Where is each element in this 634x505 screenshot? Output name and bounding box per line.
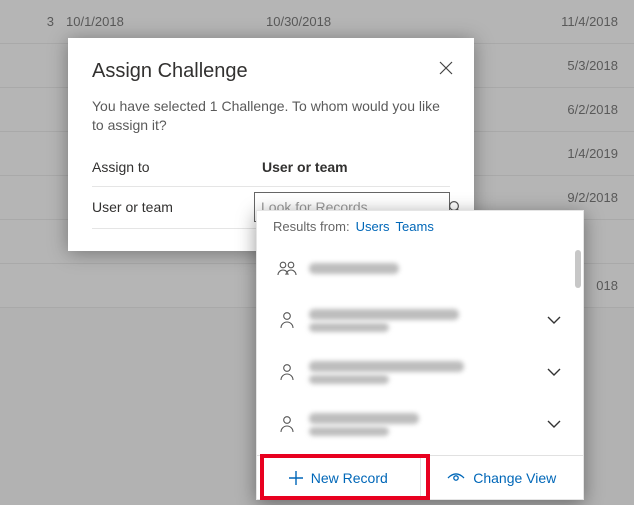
change-view-label: Change View [473, 470, 556, 486]
person-icon [273, 415, 301, 433]
new-record-label: New Record [311, 470, 388, 486]
person-icon [273, 363, 301, 381]
close-icon [439, 61, 453, 75]
lookup-flyout: Results from: Users Teams [256, 210, 584, 500]
dialog-description: You have selected 1 Challenge. To whom w… [92, 97, 450, 135]
new-record-button[interactable]: New Record [257, 456, 420, 499]
plus-icon [289, 471, 303, 485]
flyout-footer: New Record Change View [257, 455, 583, 499]
chevron-down-icon[interactable] [547, 316, 569, 324]
person-icon [273, 311, 301, 329]
close-button[interactable] [432, 54, 460, 82]
assign-to-row: Assign to User or team [92, 149, 450, 187]
dialog-title: Assign Challenge [92, 58, 450, 83]
eye-icon [447, 472, 465, 484]
list-item[interactable] [257, 346, 583, 398]
chevron-down-icon[interactable] [547, 368, 569, 376]
scrollbar[interactable] [575, 250, 581, 288]
change-view-button[interactable]: Change View [421, 456, 584, 499]
tab-teams[interactable]: Teams [396, 219, 434, 234]
assign-to-value[interactable]: User or team [262, 159, 348, 175]
list-item[interactable] [257, 398, 583, 450]
list-item[interactable] [257, 294, 583, 346]
list-item[interactable] [257, 242, 583, 294]
assign-to-label: Assign to [92, 159, 262, 175]
results-from-label: Results from: [273, 219, 350, 234]
user-or-team-label: User or team [92, 199, 254, 215]
chevron-down-icon[interactable] [547, 420, 569, 428]
team-icon [273, 260, 301, 276]
flyout-results [257, 242, 583, 455]
tab-users[interactable]: Users [356, 219, 390, 234]
flyout-header: Results from: Users Teams [257, 211, 583, 242]
